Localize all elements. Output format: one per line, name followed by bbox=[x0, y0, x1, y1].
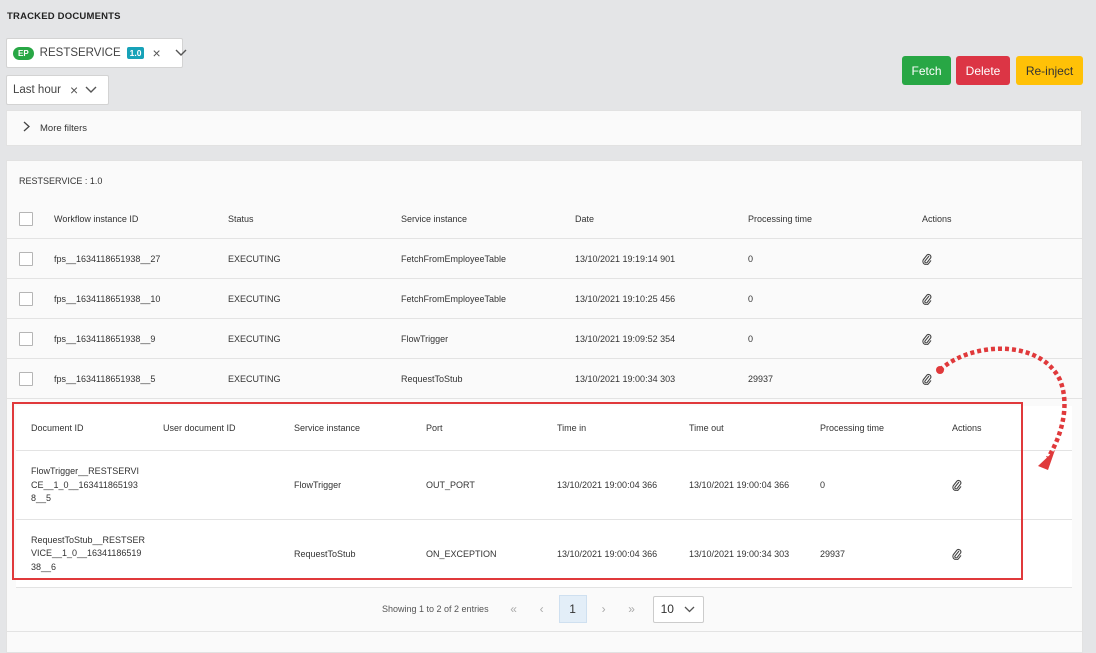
delete-button[interactable]: Delete bbox=[956, 56, 1010, 85]
processing-time: 0 bbox=[748, 293, 754, 304]
col-port[interactable]: Port bbox=[426, 423, 443, 433]
service-instance: FlowTrigger bbox=[401, 333, 449, 344]
service-instance: FetchFromEmployeeTable bbox=[401, 253, 507, 264]
col-actions: Actions bbox=[922, 213, 952, 224]
processing-time: 0 bbox=[820, 480, 826, 490]
col-time-in[interactable]: Time in bbox=[557, 423, 586, 433]
date: 13/10/2021 19:00:34 303 bbox=[575, 373, 676, 384]
results-panel: RESTSERVICE : 1.0 Workflow instance ID S… bbox=[6, 160, 1083, 653]
workflow-id: fps__1634118651938__9 bbox=[54, 333, 156, 344]
document-subtable: Document ID User document ID Service ins… bbox=[16, 406, 1072, 588]
section-title: RESTSERVICE : 1.0 bbox=[19, 176, 103, 186]
first-page-icon[interactable]: « bbox=[503, 595, 525, 623]
processing-time: 29937 bbox=[820, 548, 846, 559]
divider bbox=[7, 631, 1082, 632]
status: EXECUTING bbox=[228, 373, 281, 384]
page-size-select[interactable]: 10 bbox=[652, 595, 704, 623]
clear-service-icon[interactable]: × bbox=[152, 46, 160, 60]
chevron-down-icon[interactable] bbox=[175, 46, 187, 60]
service-instance: FetchFromEmployeeTable bbox=[401, 293, 507, 304]
pagination: Showing 1 to 2 of 2 entries « ‹ 1 › » 10 bbox=[382, 594, 704, 624]
table-row[interactable]: fps__1634118651938__10 EXECUTING FetchFr… bbox=[7, 279, 1082, 319]
col-processing-time[interactable]: Processing time bbox=[748, 214, 812, 224]
service-instance: RequestToStub bbox=[294, 548, 356, 559]
workflow-id: fps__1634118651938__5 bbox=[54, 373, 156, 384]
col-time-out[interactable]: Time out bbox=[689, 423, 724, 433]
service-instance: RequestToStub bbox=[401, 373, 463, 384]
table-row[interactable]: fps__1634118651938__9 EXECUTING FlowTrig… bbox=[7, 319, 1082, 359]
col-document-id[interactable]: Document ID bbox=[31, 423, 84, 433]
col-service-instance[interactable]: Service instance bbox=[294, 423, 360, 433]
arrow-annotation bbox=[936, 346, 1067, 470]
paperclip-icon[interactable] bbox=[922, 253, 932, 265]
col-service-instance[interactable]: Service instance bbox=[401, 214, 467, 224]
clear-time-icon[interactable]: × bbox=[70, 83, 78, 97]
document-row[interactable]: RequestToStub__RESTSER VICE__1_0__163411… bbox=[16, 520, 1072, 588]
version-badge: 1.0 bbox=[126, 47, 145, 59]
port: OUT_PORT bbox=[426, 480, 475, 490]
more-filters-label: More filters bbox=[40, 122, 87, 134]
status: EXECUTING bbox=[228, 253, 281, 264]
col-user-document-id[interactable]: User document ID bbox=[163, 423, 236, 433]
fetch-button[interactable]: Fetch bbox=[902, 56, 951, 85]
service-select[interactable]: EP RESTSERVICE 1.0 × bbox=[6, 38, 187, 68]
time-range-value: Last hour bbox=[13, 84, 61, 96]
prev-page-icon[interactable]: ‹ bbox=[531, 595, 553, 623]
processing-time: 29937 bbox=[748, 373, 774, 384]
row-checkbox[interactable] bbox=[19, 371, 33, 386]
row-checkbox[interactable] bbox=[19, 331, 33, 346]
document-row[interactable]: FlowTrigger__RESTSERVI CE__1_0__16341186… bbox=[16, 451, 1072, 520]
ep-badge: EP bbox=[13, 46, 34, 60]
workflow-id: fps__1634118651938__27 bbox=[54, 253, 161, 264]
col-status[interactable]: Status bbox=[228, 214, 254, 224]
date: 13/10/2021 19:19:14 901 bbox=[575, 253, 676, 264]
table-header: Workflow instance ID Status Service inst… bbox=[7, 199, 1082, 239]
col-workflow-id[interactable]: Workflow instance ID bbox=[54, 214, 138, 224]
time-in: 13/10/2021 19:00:04 366 bbox=[557, 548, 658, 559]
service-instance: FlowTrigger bbox=[294, 480, 342, 490]
processing-time: 0 bbox=[748, 253, 754, 264]
port: ON_EXCEPTION bbox=[426, 548, 497, 559]
col-date[interactable]: Date bbox=[575, 214, 594, 224]
page-button-current[interactable]: 1 bbox=[558, 595, 587, 623]
chevron-down-icon bbox=[684, 606, 695, 612]
col-processing-time[interactable]: Processing time bbox=[820, 423, 884, 433]
subtable-header: Document ID User document ID Service ins… bbox=[16, 406, 1072, 451]
document-id: FlowTrigger__RESTSERVI CE__1_0__16341186… bbox=[31, 465, 140, 503]
paperclip-icon[interactable] bbox=[922, 293, 932, 305]
time-range-select[interactable]: Last hour × bbox=[6, 75, 109, 105]
more-filters-toggle[interactable]: More filters bbox=[6, 110, 1082, 146]
reinject-button[interactable]: Re-inject bbox=[1016, 56, 1083, 85]
service-name: RESTSERVICE bbox=[39, 47, 121, 59]
table-row[interactable]: fps__1634118651938__27 EXECUTING FetchFr… bbox=[7, 239, 1082, 279]
select-all-checkbox[interactable] bbox=[19, 211, 33, 226]
time-out: 13/10/2021 19:00:04 366 bbox=[689, 480, 790, 490]
last-page-icon[interactable]: » bbox=[621, 595, 643, 623]
pagination-info: Showing 1 to 2 of 2 entries bbox=[382, 604, 489, 614]
page-size-value: 10 bbox=[660, 602, 674, 616]
workflow-id: fps__1634118651938__10 bbox=[54, 293, 161, 304]
chevron-right-icon bbox=[23, 121, 30, 135]
chevron-down-icon[interactable] bbox=[84, 83, 98, 97]
row-checkbox[interactable] bbox=[19, 251, 33, 266]
row-checkbox[interactable] bbox=[19, 291, 33, 306]
time-in: 13/10/2021 19:00:04 366 bbox=[557, 480, 658, 490]
status: EXECUTING bbox=[228, 293, 281, 304]
paperclip-icon[interactable] bbox=[952, 548, 962, 560]
page-title: TRACKED DOCUMENTS bbox=[7, 11, 121, 22]
table-row-expanded[interactable]: fps__1634118651938__5 EXECUTING RequestT… bbox=[7, 359, 1082, 399]
time-out: 13/10/2021 19:00:34 303 bbox=[689, 548, 790, 559]
next-page-icon[interactable]: › bbox=[593, 595, 615, 623]
status: EXECUTING bbox=[228, 333, 281, 344]
date: 13/10/2021 19:10:25 456 bbox=[575, 293, 676, 304]
document-id: RequestToStub__RESTSER VICE__1_0__163411… bbox=[31, 534, 146, 572]
processing-time: 0 bbox=[748, 333, 754, 344]
paperclip-icon[interactable] bbox=[952, 479, 962, 491]
date: 13/10/2021 19:09:52 354 bbox=[575, 333, 676, 344]
